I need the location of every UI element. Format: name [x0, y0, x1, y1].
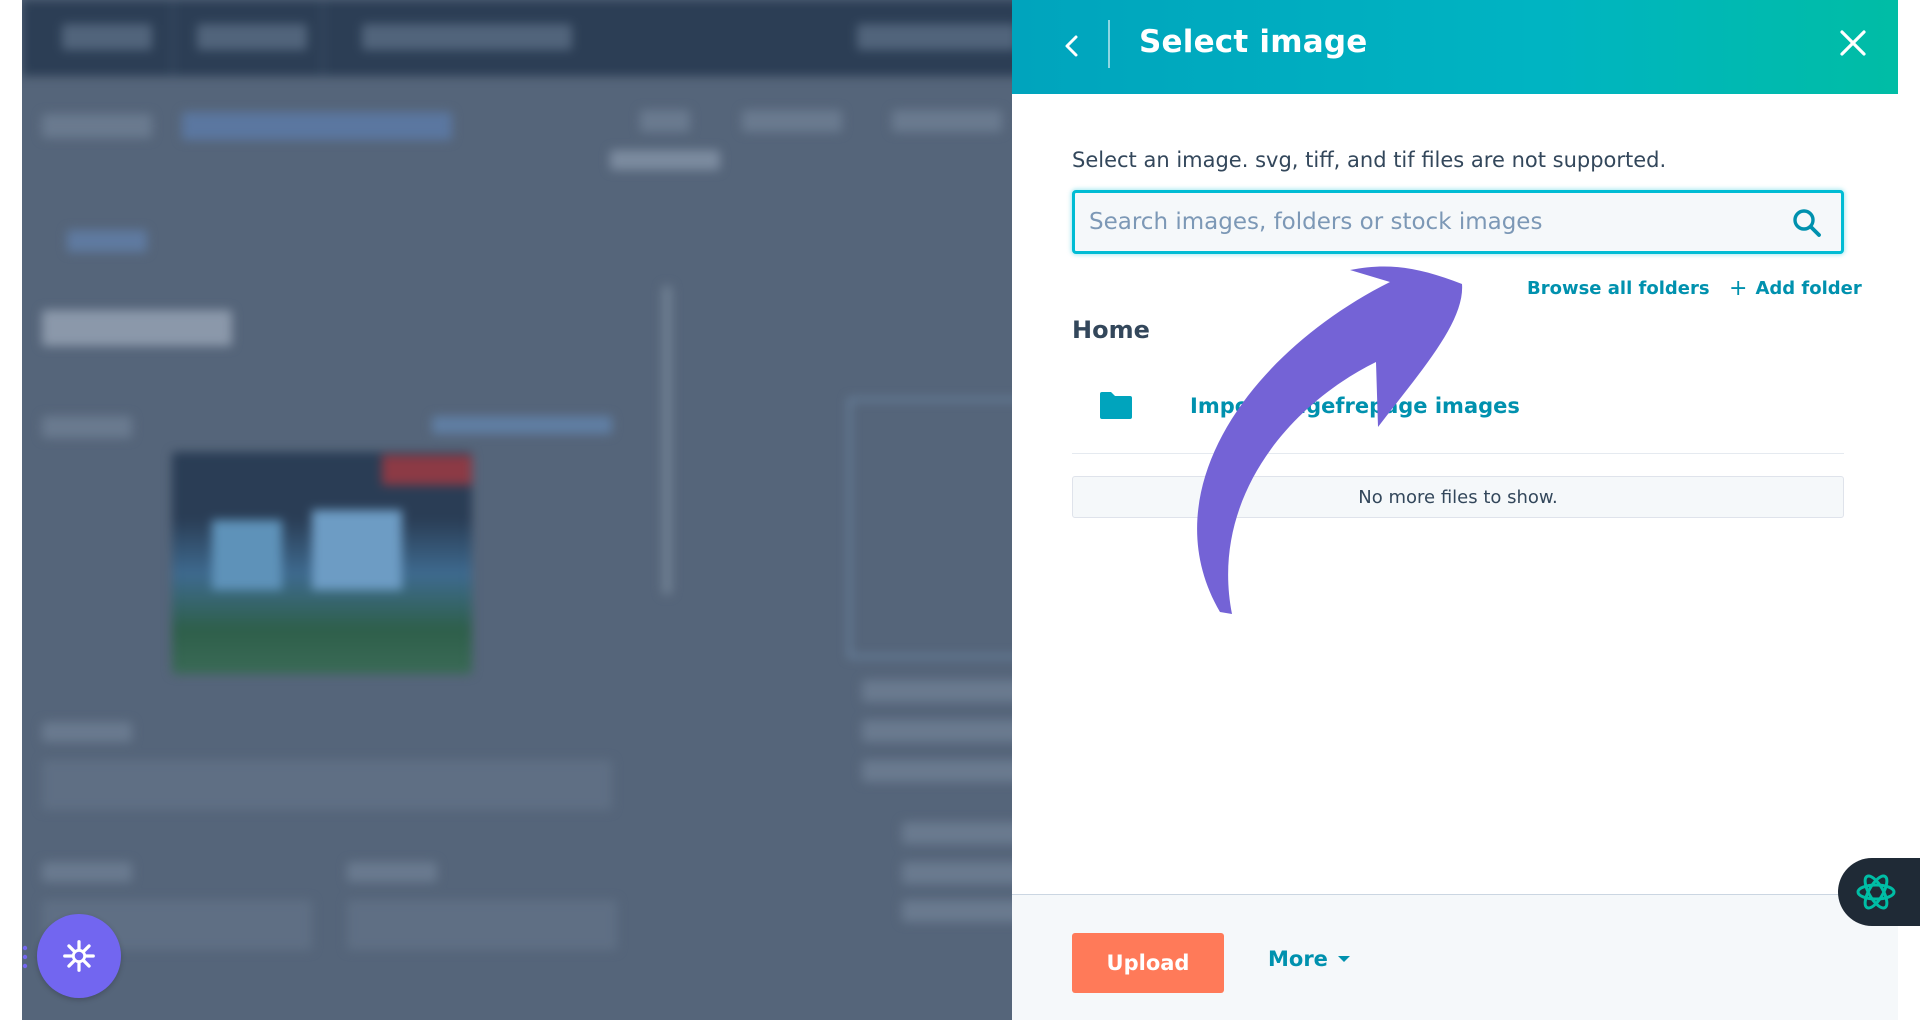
- browse-all-folders-link[interactable]: Browse all folders: [1527, 278, 1710, 299]
- background-block: [347, 900, 617, 950]
- add-folder-label: Add folder: [1755, 278, 1862, 299]
- background-block: [742, 110, 842, 132]
- folder-icon: [1100, 392, 1132, 419]
- background-block: [67, 230, 147, 252]
- background-blur-layer: [22, 0, 1022, 1020]
- background-block: [42, 310, 232, 346]
- background-frame: [848, 398, 1022, 658]
- screen: Select image Select an image. svg, tiff,…: [0, 0, 1920, 1020]
- background-block: [42, 862, 132, 882]
- background-block: [610, 150, 720, 170]
- section-heading: Home: [1072, 316, 1150, 344]
- background-block: [42, 416, 132, 438]
- select-image-panel: Select image Select an image. svg, tiff,…: [1012, 0, 1898, 1020]
- background-tab: [197, 24, 307, 50]
- close-button[interactable]: [1832, 22, 1874, 64]
- panel-title: Select image: [1139, 24, 1368, 60]
- background-block: [42, 722, 132, 742]
- upload-button[interactable]: Upload: [1072, 933, 1224, 993]
- search-input[interactable]: [1089, 193, 1779, 251]
- close-icon: [1840, 30, 1866, 56]
- folder-name: Import pagefrepage images: [1190, 394, 1520, 418]
- snowflake-icon: [63, 940, 95, 972]
- background-divider: [322, 0, 324, 76]
- more-dropdown[interactable]: More: [1268, 947, 1350, 971]
- background-block: [347, 862, 437, 882]
- background-block: [902, 822, 1022, 844]
- ai-assistant-button[interactable]: [1838, 858, 1920, 926]
- add-folder-link[interactable]: + Add folder: [1729, 275, 1862, 301]
- background-block: [892, 110, 1002, 132]
- ai-spark-icon: [1856, 874, 1896, 910]
- plus-icon: +: [1729, 275, 1748, 301]
- background-block: [42, 114, 152, 138]
- background-scrollbar: [662, 285, 672, 595]
- background-tab: [362, 24, 572, 50]
- folder-row[interactable]: Import pagefrepage images: [1072, 362, 1844, 454]
- background-block: [42, 760, 612, 810]
- caret-down-icon: [1337, 956, 1350, 962]
- back-button[interactable]: [1052, 26, 1092, 66]
- background-block: [902, 862, 1022, 884]
- background-thumbnail: [212, 520, 282, 590]
- background-tab: [62, 24, 152, 50]
- search-icon[interactable]: [1791, 207, 1823, 239]
- floating-action-button[interactable]: [37, 914, 121, 998]
- instructions-text: Select an image. svg, tiff, and tif file…: [1072, 148, 1667, 172]
- panel-header: Select image: [1012, 0, 1898, 94]
- header-divider: [1108, 20, 1110, 68]
- drag-handle-icon[interactable]: [22, 944, 28, 970]
- background-editor: [22, 0, 1022, 1020]
- more-label: More: [1268, 947, 1328, 971]
- background-block: [182, 112, 452, 140]
- background-block: [862, 680, 1022, 702]
- background-block: [432, 416, 612, 434]
- background-tab: [857, 24, 1017, 50]
- panel-footer: Upload More: [1012, 894, 1898, 1020]
- background-thumbnail: [312, 510, 402, 590]
- background-divider: [172, 0, 174, 76]
- chevron-left-icon: [1065, 35, 1078, 57]
- background-thumbnail: [382, 455, 472, 485]
- background-block: [902, 900, 1022, 922]
- background-block: [640, 110, 690, 132]
- background-block: [862, 760, 1022, 782]
- search-box: [1072, 190, 1844, 254]
- no-more-files-message: No more files to show.: [1072, 476, 1844, 518]
- background-block: [862, 720, 1022, 742]
- panel-body: Select an image. svg, tiff, and tif file…: [1012, 94, 1898, 894]
